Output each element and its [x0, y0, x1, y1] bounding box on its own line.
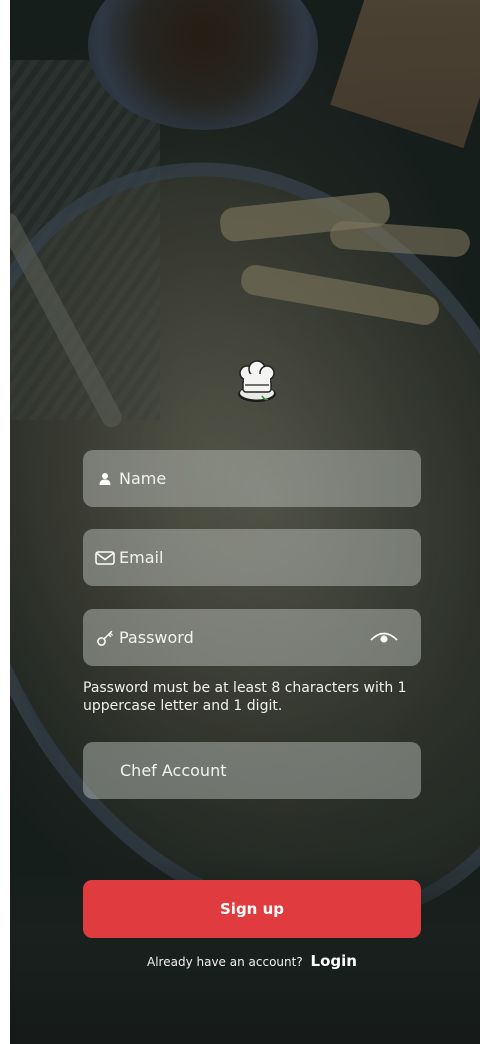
envelope-icon	[95, 548, 115, 568]
background-food	[238, 262, 442, 328]
background-jar	[88, 0, 318, 130]
chef-hat-logo-icon	[232, 358, 282, 408]
email-field[interactable]: Email	[83, 529, 421, 586]
key-icon	[95, 628, 115, 648]
background-fork	[10, 209, 126, 431]
login-prompt: Already have an account?	[147, 955, 303, 969]
login-link[interactable]: Login	[311, 952, 357, 970]
email-placeholder: Email	[119, 548, 164, 567]
account-type-field[interactable]: Chef Account	[83, 742, 421, 799]
background-food	[329, 220, 471, 258]
name-field[interactable]: Name	[83, 450, 421, 507]
password-hint: Password must be at least 8 characters w…	[83, 680, 407, 714]
background-food	[218, 191, 392, 243]
password-field[interactable]: Password	[83, 609, 421, 666]
account-type-value: Chef Account	[120, 761, 227, 780]
eye-icon[interactable]	[369, 627, 399, 647]
login-prompt-row: Already have an account? Login	[10, 950, 480, 973]
background-cloth	[10, 60, 160, 420]
name-placeholder: Name	[119, 469, 167, 488]
background-board	[330, 0, 480, 148]
signup-button[interactable]: Sign up	[83, 880, 421, 938]
signup-screen: Name Email Password Password must be at …	[10, 0, 480, 1044]
password-placeholder: Password	[119, 628, 194, 647]
user-icon	[95, 469, 115, 489]
